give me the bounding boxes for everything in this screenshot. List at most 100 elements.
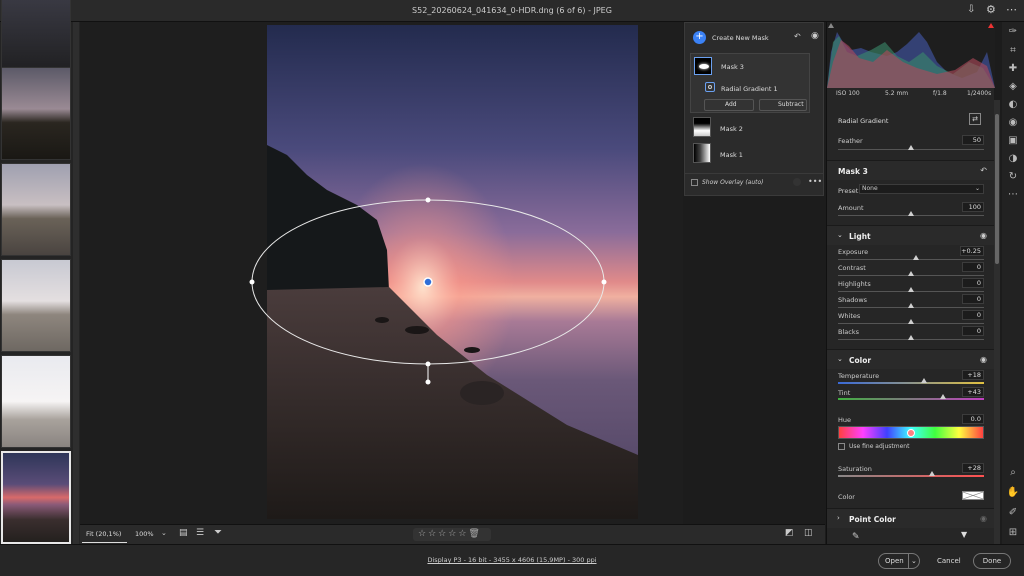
zoom-icon[interactable]: ⌕	[1006, 466, 1020, 480]
point-color-section-header[interactable]: › Point Color ◉	[827, 508, 995, 528]
saturation-slider-knob[interactable]	[929, 471, 935, 476]
dropdown-arrow-icon[interactable]: ▼	[961, 530, 967, 539]
star-rating[interactable]: ☆ ☆ ☆ ☆ ☆ 🗑	[413, 528, 491, 541]
tint-value[interactable]: +43	[962, 387, 984, 397]
zoom-100-button[interactable]: 100%	[135, 530, 154, 538]
color-section-header[interactable]: ⌄ Color ◉	[827, 349, 995, 369]
filmstrip-thumb-selected[interactable]	[1, 451, 71, 544]
scrollbar-thumb[interactable]	[995, 114, 999, 264]
eyedropper-icon[interactable]: ✎	[852, 532, 860, 542]
exposure-value[interactable]: +0.25	[960, 246, 984, 256]
hand-icon[interactable]: ✋	[1006, 486, 1020, 500]
mask-1-label[interactable]: Mask 1	[720, 151, 743, 159]
sort-icon[interactable]: ☰	[196, 528, 204, 538]
mask-2-thumbnail[interactable]	[693, 117, 711, 137]
cancel-button[interactable]: Cancel	[937, 557, 961, 565]
open-button[interactable]: Open ⌄	[878, 553, 920, 569]
highlights-value[interactable]: 0	[962, 278, 984, 288]
sampler-icon[interactable]: ✐	[1006, 506, 1020, 520]
mask-3-label[interactable]: Mask 3	[721, 63, 744, 71]
whites-value[interactable]: 0	[962, 310, 984, 320]
fine-adjustment-checkbox[interactable]	[838, 443, 845, 450]
preset-dropdown[interactable]: None ⌄	[859, 184, 984, 194]
trash-icon[interactable]: 🗑	[468, 529, 479, 539]
star-icon[interactable]: ☆	[438, 529, 446, 539]
chevron-down-icon[interactable]: ⌄	[161, 529, 167, 537]
fit-zoom-button[interactable]: Fit (20,1%)	[86, 530, 121, 538]
filmstrip-thumb[interactable]	[1, 67, 71, 160]
temperature-value[interactable]: +18	[962, 370, 984, 380]
crop-icon[interactable]: ⌗	[1006, 44, 1020, 58]
blacks-slider-knob[interactable]	[908, 335, 914, 340]
amount-value[interactable]: 100	[962, 202, 984, 212]
blacks-value[interactable]: 0	[962, 326, 984, 336]
chevron-down-icon[interactable]: ⌄	[908, 554, 917, 568]
shadow-clipping-warning[interactable]	[828, 23, 834, 28]
help-icon[interactable]: ⋯	[1006, 3, 1017, 16]
saturation-value[interactable]: +28	[962, 463, 984, 473]
radial-gradient-overlay[interactable]	[245, 190, 615, 390]
exposure-slider[interactable]	[838, 259, 984, 260]
masking-icon[interactable]: ◐	[1006, 98, 1020, 112]
star-icon[interactable]: ☆	[428, 529, 436, 539]
overlay-color-swatch[interactable]	[793, 178, 801, 186]
radial-gradient-1-label[interactable]: Radial Gradient 1	[721, 85, 778, 93]
heal-icon[interactable]: ✚	[1006, 62, 1020, 76]
sync-icon[interactable]: ↻	[1006, 170, 1020, 184]
whites-slider-knob[interactable]	[908, 319, 914, 324]
hue-value[interactable]: 0.0	[962, 414, 984, 424]
hue-picker[interactable]	[907, 429, 915, 437]
eye-icon[interactable]: ◉	[980, 514, 987, 523]
saturation-slider[interactable]	[838, 475, 984, 477]
contrast-value[interactable]: 0	[962, 262, 984, 272]
plus-icon[interactable]: +	[693, 31, 706, 44]
show-overlay-checkbox[interactable]	[691, 179, 698, 186]
filmstrip-thumb[interactable]	[1, 355, 71, 448]
filmstrip-thumb[interactable]	[1, 163, 71, 256]
eye-icon[interactable]: ◉	[980, 231, 987, 240]
star-icon[interactable]: ☆	[458, 529, 466, 539]
temperature-slider[interactable]	[838, 382, 984, 384]
filmstrip-view-icon[interactable]: ▤	[179, 528, 188, 538]
versions-icon[interactable]: ◑	[1006, 152, 1020, 166]
filter-icon[interactable]: ⏷	[214, 527, 222, 538]
feather-slider-knob[interactable]	[908, 145, 914, 150]
light-section-header[interactable]: ⌄ Light ◉	[827, 225, 995, 245]
mask-1-thumbnail[interactable]	[693, 143, 711, 163]
add-button[interactable]: Add	[704, 99, 754, 111]
tint-slider[interactable]	[838, 398, 984, 400]
radial-gradient-icon[interactable]	[705, 82, 715, 92]
eraser-icon[interactable]: ◈	[1006, 80, 1020, 94]
color-swatch[interactable]	[962, 491, 984, 500]
eye-icon[interactable]: ◉	[980, 355, 987, 364]
more-options-icon[interactable]: •••	[808, 177, 822, 186]
subtract-button[interactable]: Subtract	[759, 99, 807, 111]
workflow-options-link[interactable]: Display P3 - 16 bit - 3455 x 4606 (15,9M…	[0, 556, 1024, 564]
reset-mask-icon[interactable]: ↶	[980, 166, 987, 175]
exposure-slider-knob[interactable]	[913, 255, 919, 260]
highlight-clipping-warning[interactable]	[988, 23, 994, 28]
feather-value[interactable]: 50	[962, 135, 984, 145]
star-icon[interactable]: ☆	[448, 529, 456, 539]
star-icon[interactable]: ☆	[418, 529, 426, 539]
invert-icon[interactable]: ⇄	[969, 113, 981, 125]
mask-3-group[interactable]: Mask 3 Radial Gradient 1 Add Subtract	[690, 53, 810, 113]
edit-panel-scrollbar[interactable]	[994, 100, 1000, 544]
reset-icon[interactable]: ↶	[794, 32, 801, 41]
mask-2-label[interactable]: Mask 2	[720, 125, 743, 133]
amount-slider-knob[interactable]	[908, 211, 914, 216]
red-eye-icon[interactable]: ◉	[1006, 116, 1020, 130]
create-new-mask-button[interactable]: Create New Mask	[712, 34, 769, 42]
compare-icon[interactable]: ◩	[785, 528, 794, 538]
edit-icon[interactable]: ✑	[1006, 25, 1020, 39]
gear-icon[interactable]: ⚙	[986, 3, 996, 16]
more-tools-icon[interactable]: ⋯	[1006, 188, 1020, 202]
highlights-slider-knob[interactable]	[908, 287, 914, 292]
export-icon[interactable]: ⇩	[967, 4, 975, 15]
filmstrip-thumb[interactable]	[1, 259, 71, 352]
grid-icon[interactable]: ⊞	[1006, 526, 1020, 540]
done-button[interactable]: Done	[973, 553, 1011, 569]
filmstrip-scrollbar[interactable]	[73, 22, 79, 544]
before-after-icon[interactable]: ◫	[804, 528, 813, 538]
shadows-slider-knob[interactable]	[908, 303, 914, 308]
